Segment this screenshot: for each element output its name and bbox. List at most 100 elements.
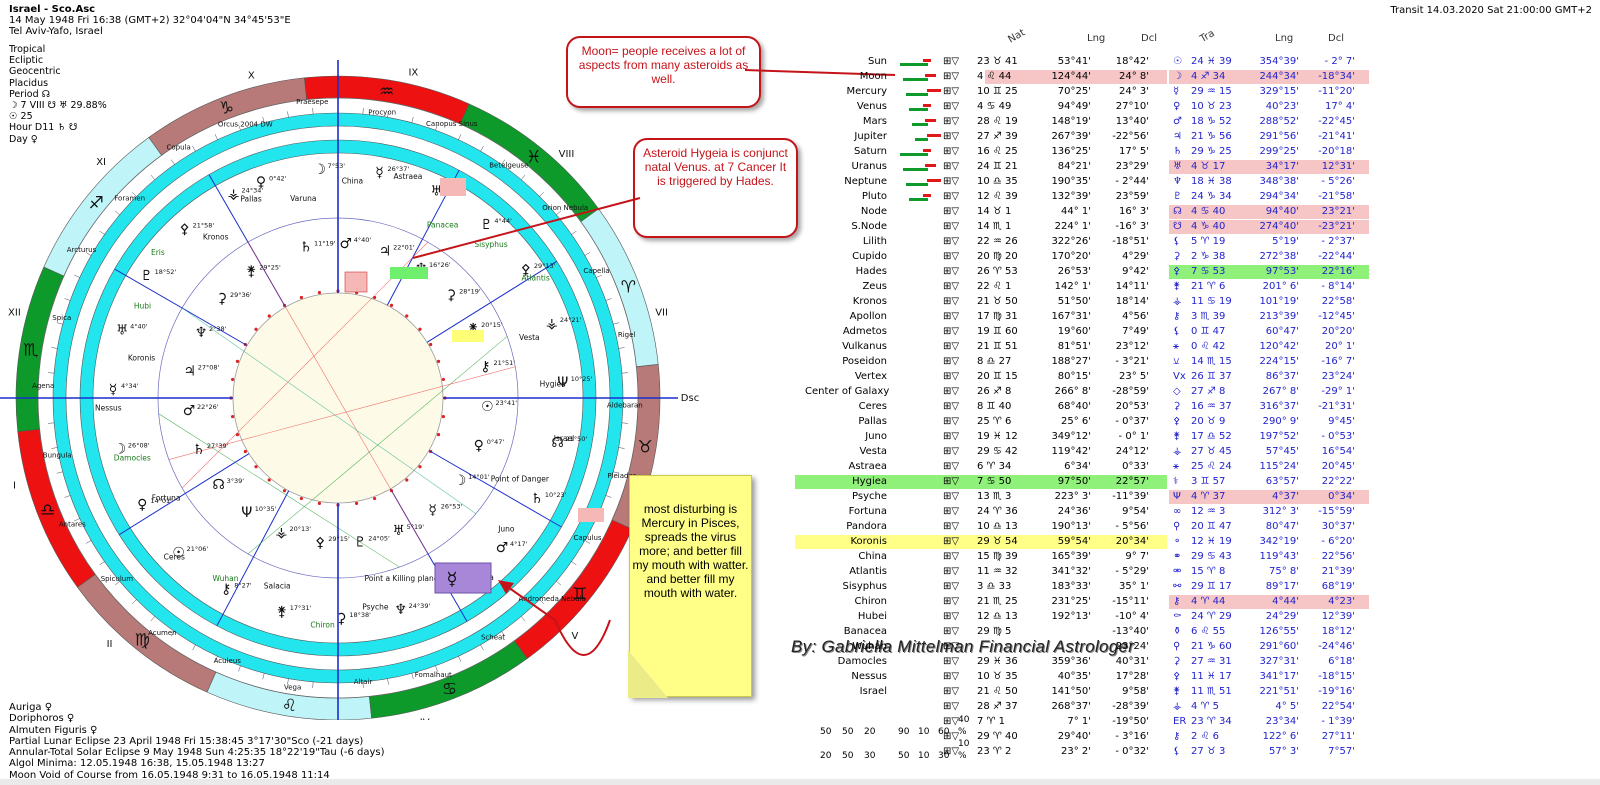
cell-tlng: 60°47' <box>1265 326 1299 337</box>
table-row[interactable]: Sun ⊞▽ 23 ♉ 41 53°41' 18°42' ☉ 24 ♓ 39 354°39' -… <box>805 55 1575 70</box>
table-row[interactable]: Damocles ⊞▽ 29 ♓ 36 359°36' 40°31' ⚳ 27 ♒ 31 32… <box>805 655 1575 670</box>
table-row[interactable]: Pandora ⊞▽ 10 ♎ 13 190°13' - 5°56' ⚲ 20 ♊ 47 80… <box>805 520 1575 535</box>
table-row[interactable]: Saturn ⊞▽ 16 ♌ 25 136°25' 17° 5' ♄ 29 ♑ 25 299°… <box>805 145 1575 160</box>
cell-tlng: 23°34' <box>1265 716 1299 727</box>
cell-name: Jupiter <box>854 131 887 142</box>
cell-tlng: 115°24' <box>1259 461 1299 472</box>
cell-natpos: 21 ♌ 50 <box>977 686 1018 697</box>
table-row[interactable]: Mercury ⊞▽ 10 ♊ 25 70°25' 24° 3' ☿ 29 ♒ 15 329°… <box>805 85 1575 100</box>
table-row[interactable]: Hygiea ⊞▽ 7 ♋ 50 97°50' 22°57' ⚕ 3 ♊ 57 63°57' 2… <box>795 475 1575 490</box>
cell-tlng: 221°51' <box>1259 686 1299 697</box>
cell-dcl: 24° 8' <box>1118 71 1149 82</box>
cell-lng: 7° 1' <box>1067 716 1091 727</box>
transit-header: Transit 14.03.2020 Sat 21:00:00 GMT+2 <box>1390 5 1592 16</box>
cell-dcl: 20°34' <box>1115 536 1149 547</box>
table-row[interactable]: Vertex ⊞▽ 20 ♊ 15 80°15' 23° 5' Vx 26 ♊ 37 86°3… <box>805 370 1575 385</box>
planet-glyph: ⚶ <box>228 187 240 203</box>
cell-natpos: 12 ♌ 39 <box>977 191 1018 202</box>
cell-tpos: 4 ♑ 40 <box>1191 221 1226 232</box>
planet-degree: 18°38' <box>349 611 371 619</box>
cell-tglyph: ⚴ <box>1173 416 1181 427</box>
planet-degree: 26°08' <box>128 441 150 449</box>
table-row[interactable]: Moon ⊞▽ 4 ♌ 44 124°44' 24° 8' ☽ 4 ♐ 34 244°34' -… <box>805 70 1575 85</box>
cell-tdcl: -12°45' <box>1318 311 1355 322</box>
cell-dcl: - 2°44' <box>1115 176 1149 187</box>
cell-tglyph: Ψ <box>1173 491 1181 502</box>
table-row[interactable]: Nessus ⊞▽ 10 ♉ 35 40°35' 17°28' ⚴ 11 ♓ 17 341°1… <box>805 670 1575 685</box>
cell-lng: 224° 1' <box>1054 221 1091 232</box>
center-dot <box>254 465 258 469</box>
cell-lng: 349°12' <box>1051 431 1091 442</box>
table-row[interactable]: Apollon ⊞▽ 17 ♍ 31 167°31' 4°56' ⚷ 3 ♏ 39 213°3… <box>805 310 1575 325</box>
table-row[interactable]: Admetos ⊞▽ 19 ♊ 60 19°60' 7°49' ⚸ 0 ♊ 47 60°47'… <box>805 325 1575 340</box>
table-row[interactable]: Fortuna ⊞▽ 24 ♈ 36 24°36' 9°54' ∞ 12 ♒ 3 312° 3… <box>805 505 1575 520</box>
planet-glyph: ♄ <box>531 491 544 507</box>
table-row[interactable]: Psyche ⊞▽ 13 ♏ 3 223° 3' -11°39' Ψ 4 ♈ 37 4°37'… <box>805 490 1575 505</box>
asteroid-label: Eris <box>151 248 165 257</box>
cell-natpos: 8 ♎ 27 <box>977 356 1012 367</box>
table-row[interactable]: Venus ⊞▽ 4 ♋ 49 94°49' 27°10' ♀ 10 ♉ 23 40°23' 1… <box>805 100 1575 115</box>
cell-glyph-box: ⊞▽ <box>943 251 960 262</box>
table-row[interactable]: Pallas ⊞▽ 25 ♈ 6 25° 6' - 0°37' ⚴ 20 ♉ 9 290° 9… <box>805 415 1575 430</box>
table-row[interactable]: Astraea ⊞▽ 6 ♈ 34 6°34' 0°33' ⚹ 25 ♌ 24 115°24'… <box>805 460 1575 475</box>
table-row[interactable]: Chiron ⊞▽ 21 ♏ 25 231°25' -15°11' ⚷ 4 ♈ 44 4°44… <box>805 595 1575 610</box>
table-row[interactable]: Mars ⊞▽ 28 ♌ 19 148°19' 13°40' ♂ 18 ♑ 52 288°52… <box>805 115 1575 130</box>
cell-tglyph: ♇ <box>1173 191 1182 202</box>
table-row[interactable]: Neptune ⊞▽ 10 ♎ 35 190°35' - 2°44' ♆ 18 ♓ 38 34… <box>805 175 1575 190</box>
col-tdcl-header: Dcl <box>1328 33 1344 44</box>
table-row[interactable]: Ceres ⊞▽ 8 ♊ 40 68°40' 20°53' ⚳ 16 ♒ 37 316°37'… <box>805 400 1575 415</box>
cell-tlng: 119°43' <box>1259 551 1299 562</box>
planet-glyph: ♇ <box>480 217 493 233</box>
cell-dcl: 23°24' <box>1115 641 1149 652</box>
planet-glyph: ☽ <box>114 441 127 457</box>
sign-glyph: ♐ <box>89 193 104 213</box>
cell-tglyph: ⚸ <box>1173 326 1181 337</box>
table-row[interactable]: Pluto ⊞▽ 12 ♌ 39 132°39' 23°59' ♇ 24 ♑ 34 294°3… <box>805 190 1575 205</box>
star-label: Bungula <box>43 451 72 459</box>
table-row[interactable]: Vulkanus ⊞▽ 21 ♊ 51 81°51' 23°12' ⚹ 0 ♌ 42 120°… <box>805 340 1575 355</box>
table-row[interactable]: Atlantis ⊞▽ 11 ♒ 32 341°32' - 5°29' ⚮ 15 ♈ 8 75… <box>805 565 1575 580</box>
cell-glyph-box: ⊞▽ <box>943 296 960 307</box>
table-row[interactable]: Zeus ⊞▽ 22 ♌ 1 142° 1' 14°11' ⚵ 21 ♈ 6 201° 6' -… <box>805 280 1575 295</box>
cell-natpos: 20 ♍ 20 <box>977 251 1018 262</box>
cell-tdcl: 23°21' <box>1321 206 1355 217</box>
cell-glyph-box: ⊞▽ <box>943 191 960 202</box>
table-row[interactable]: Cupido ⊞▽ 20 ♍ 20 170°20' 4°29' ⚳ 2 ♑ 38 272°38… <box>805 250 1575 265</box>
planet-glyph: ♅ <box>392 523 405 539</box>
cell-natpos: 24 ♈ 36 <box>977 506 1018 517</box>
table-row[interactable]: Center of Galaxy ⊞▽ 26 ♐ 8 266° 8' -28°59' ◇ 2… <box>805 385 1575 400</box>
table-row[interactable]: Koronis ⊞▽ 29 ♉ 54 59°54' 20°34' ⚬ 12 ♓ 19 342°… <box>795 535 1575 550</box>
planet-degree: 2°38' <box>209 325 227 333</box>
cell-natpos: 4 ♋ 49 <box>977 101 1012 112</box>
planet-glyph: ⚷ <box>480 359 490 375</box>
table-row[interactable]: Hades ⊞▽ 26 ♈ 53 26°53' 9°42' ⚴ 7 ♋ 53 97°53' 22… <box>805 265 1575 280</box>
table-row[interactable]: Kronos ⊞▽ 21 ♉ 50 51°50' 18°14' ⚶ 11 ♋ 19 101°1… <box>805 295 1575 310</box>
table-row[interactable]: Wuhan ⊞▽ 23°24' ⚲ 21 ♑ 60 291°60' -24°46' <box>805 640 1575 655</box>
cell-tpos: 4 ♉ 17 <box>1191 161 1226 172</box>
table-row[interactable]: Israel ⊞▽ 21 ♌ 50 141°50' 9°58' ⚵ 11 ♏ 51 221°5… <box>805 685 1575 700</box>
planet-degree: 10°35' <box>255 505 277 513</box>
table-row[interactable]: Uranus ⊞▽ 24 ♊ 21 84°21' 23°29' ♅ 4 ♉ 17 34°17'… <box>805 160 1575 175</box>
cell-name: Pluto <box>861 191 887 202</box>
cell-name: Wuhan <box>852 641 887 652</box>
table-row[interactable]: Banacea ⊞▽ 29 ♍ 5 -13°40' ⚱ 6 ♌ 55 126°55' 18°1… <box>805 625 1575 640</box>
table-row[interactable]: Lilith ⊞▽ 22 ♒ 26 322°26' -18°51' ⚸ 5 ♈ 19 5°19… <box>805 235 1575 250</box>
star-label: Capella <box>583 267 609 275</box>
table-row[interactable]: Node ⊞▽ 14 ♉ 1 44° 1' 16° 3' ☊ 4 ♋ 40 94°40' 23°… <box>805 205 1575 220</box>
asteroid-label: Sisyphus <box>474 240 507 249</box>
table-row[interactable]: Juno ⊞▽ 19 ♓ 12 349°12' - 0° 1' ⚵ 17 ♎ 52 197°5… <box>805 430 1575 445</box>
table-row[interactable]: China ⊞▽ 15 ♍ 39 165°39' 9° 7' ⚭ 29 ♋ 43 119°43… <box>805 550 1575 565</box>
cell-tlng: 329°15' <box>1259 86 1299 97</box>
table-row[interactable]: ⊞▽ 28 ♐ 37 268°37' -28°39' ⚶ 4 ♈ 5 4° 5' 22°54' <box>805 700 1575 715</box>
cell-dcl: -19°50' <box>1112 716 1149 727</box>
cell-lng: 190°35' <box>1051 176 1091 187</box>
table-row[interactable]: Hubei ⊞▽ 12 ♎ 13 192°13' -10° 4' ⚰ 24 ♈ 29 24°2… <box>805 610 1575 625</box>
cell-tdcl: 12°31' <box>1321 161 1355 172</box>
center-dot <box>405 478 409 482</box>
table-row[interactable]: Jupiter ⊞▽ 27 ♐ 39 267°39' -22°56' ♃ 21 ♑ 56 29… <box>805 130 1575 145</box>
table-row[interactable]: Sisyphus ⊞▽ 3 ♎ 33 183°33' 35° 1' ⚯ 29 ♊ 17 89°… <box>805 580 1575 595</box>
table-row[interactable]: Poseidon ⊞▽ 8 ♎ 27 188°27' - 3°21' ⚺ 14 ♏ 15 22… <box>805 355 1575 370</box>
table-row[interactable]: S.Node ⊞▽ 14 ♏ 1 224° 1' -16° 3' ☋ 4 ♑ 40 274°4… <box>805 220 1575 235</box>
cell-glyph-box: ⊞▽ <box>943 446 960 457</box>
table-row[interactable]: Vesta ⊞▽ 29 ♋ 42 119°42' 24°12' ⚶ 27 ♉ 45 57°45… <box>805 445 1575 460</box>
